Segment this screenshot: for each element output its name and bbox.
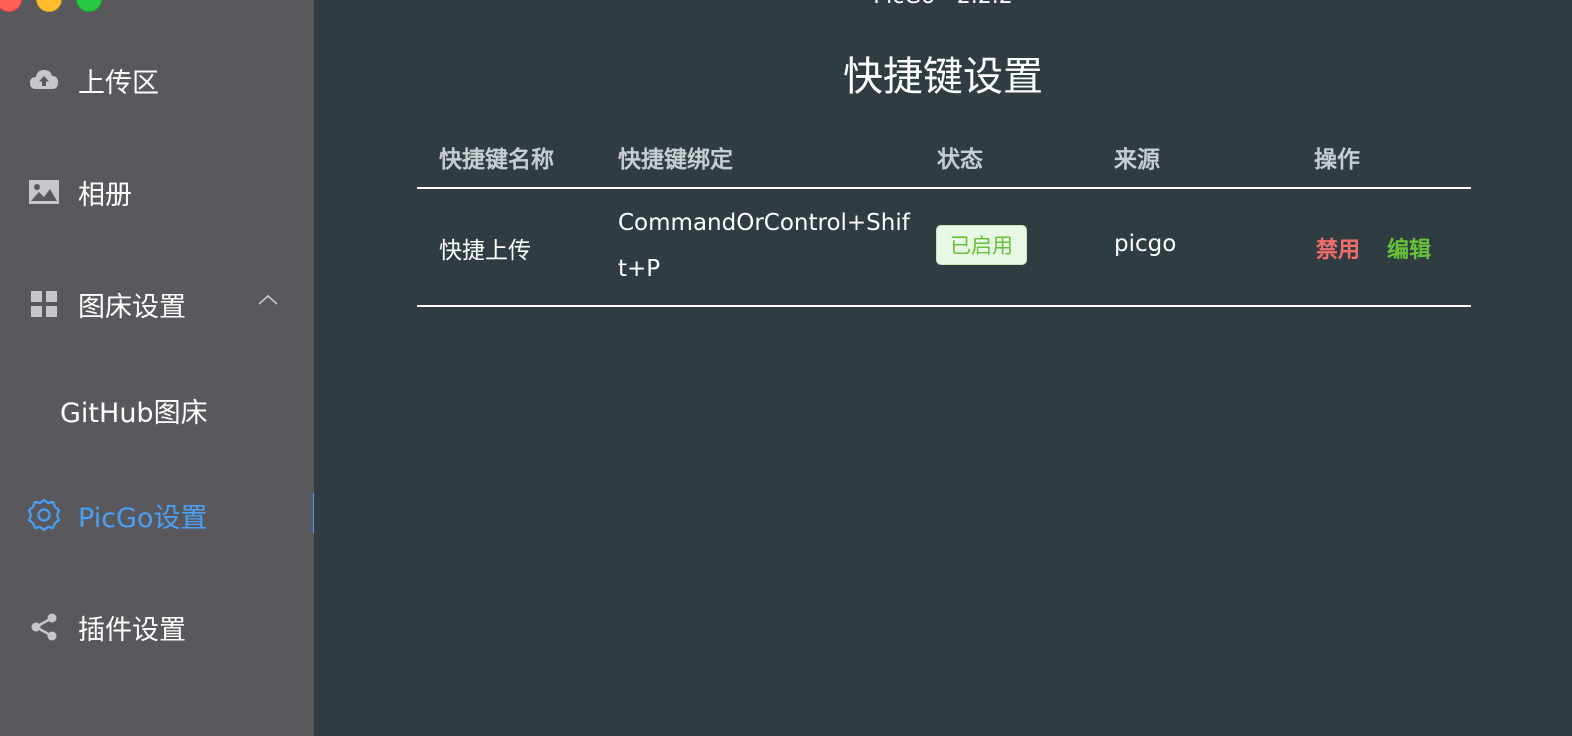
table-row: 快捷上传 CommandOrControl+Shif t+P 已启用 picgo… [417, 189, 1471, 307]
sidebar-item-label: 插件设置 [78, 614, 186, 646]
sidebar-item-label: 上传区 [78, 67, 159, 99]
shortcut-binding-line1: CommandOrControl+Shif [618, 210, 910, 236]
table-header: 快捷键名称 快捷键绑定 状态 来源 操作 [417, 120, 1471, 189]
image-icon [27, 175, 61, 209]
main-panel: PicGo - 2.2.2 快捷键设置 快捷键名称 快捷键绑定 状态 来源 操作… [314, 0, 1572, 736]
edit-button[interactable]: 编辑 [1387, 232, 1431, 264]
sidebar: 上传区 相册 图床设置 GitHub图床 PicGo设置 插件设置 [0, 0, 319, 736]
shortcut-binding-line2: t+P [618, 256, 661, 282]
sidebar-subitem-github[interactable]: GitHub图床 [60, 380, 208, 440]
column-header-name: 快捷键名称 [439, 147, 554, 173]
sidebar-subitem-label: GitHub图床 [60, 397, 208, 429]
sidebar-item-label: 相册 [78, 179, 132, 211]
sidebar-item-upload[interactable]: 上传区 [0, 50, 314, 110]
shortcut-table: 快捷键名称 快捷键绑定 状态 来源 操作 快捷上传 CommandOrContr… [417, 120, 1471, 307]
column-header-binding: 快捷键绑定 [618, 147, 733, 173]
grid-icon [27, 287, 61, 321]
page-title: 快捷键设置 [843, 54, 1043, 100]
chevron-up-icon [256, 288, 280, 312]
sidebar-item-picgo-settings[interactable]: PicGo设置 [0, 485, 314, 545]
column-header-source: 来源 [1114, 147, 1160, 173]
status-badge: 已启用 [936, 225, 1027, 265]
gear-icon [27, 498, 61, 532]
minimize-window-button[interactable] [36, 0, 62, 12]
shortcut-name: 快捷上传 [439, 238, 531, 264]
share-icon [27, 610, 61, 644]
close-window-button[interactable] [0, 0, 22, 12]
sidebar-item-gallery[interactable]: 相册 [0, 162, 314, 222]
column-header-actions: 操作 [1314, 147, 1360, 173]
sidebar-item-picbed-settings[interactable]: 图床设置 [0, 274, 314, 334]
cloud-upload-icon [27, 63, 61, 97]
disable-button[interactable]: 禁用 [1316, 232, 1360, 264]
sidebar-item-plugin-settings[interactable]: 插件设置 [0, 597, 314, 657]
shortcut-source: picgo [1114, 231, 1177, 257]
maximize-window-button[interactable] [76, 0, 102, 12]
sidebar-item-label: PicGo设置 [78, 502, 208, 534]
sidebar-item-label: 图床设置 [78, 291, 186, 323]
column-header-status: 状态 [937, 147, 983, 173]
window-title: PicGo - 2.2.2 [314, 0, 1572, 9]
